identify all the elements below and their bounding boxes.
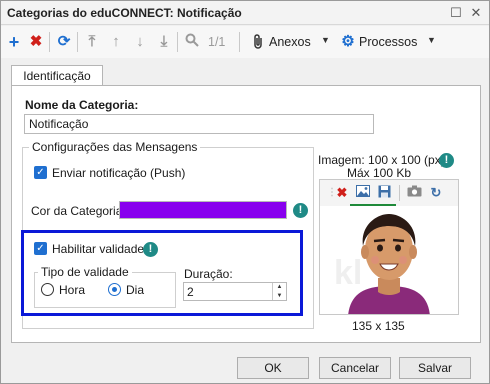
habilitar-validade-checkbox[interactable]: ✓: [34, 242, 47, 255]
gear-icon[interactable]: ⚙: [339, 33, 357, 51]
duracao-stepper[interactable]: 2 ▲ ▼: [183, 282, 287, 301]
anexos-menu-label[interactable]: Anexos: [269, 35, 311, 49]
image-toolbar: ⋮ ✖ ↻: [320, 180, 458, 206]
next-record-icon[interactable]: ↓: [131, 33, 149, 51]
nome-categoria-label: Nome da Categoria:: [25, 98, 139, 112]
spin-up-icon[interactable]: ▲: [273, 283, 286, 292]
push-label: Enviar notificação (Push): [52, 166, 186, 180]
nome-categoria-input[interactable]: Notificação: [24, 114, 374, 134]
previous-record-icon[interactable]: ↑: [107, 33, 125, 51]
toolbar-separator: [77, 32, 78, 52]
toolbar-separator: [177, 32, 178, 52]
dia-radio[interactable]: [108, 283, 121, 296]
dialog-window: Categorias do eduCONNECT: Notificação ☐ …: [0, 0, 490, 384]
hora-radio-label: Hora: [59, 283, 86, 297]
image-hint-line1: Imagem: 100 x 100 (px),: [318, 153, 449, 167]
delete-icon[interactable]: ✖: [27, 33, 45, 51]
info-icon[interactable]: !: [439, 153, 454, 168]
config-mensagens-caption: Configurações das Mensagens: [29, 140, 201, 154]
cancelar-button[interactable]: Cancelar: [319, 357, 391, 379]
chevron-down-icon[interactable]: ▼: [321, 35, 330, 45]
tab-strip: Identificação: [11, 65, 481, 87]
image-icon[interactable]: [355, 185, 371, 201]
tipo-validade-caption: Tipo de validade: [38, 265, 132, 279]
rotate-icon[interactable]: ↻: [428, 185, 444, 201]
dia-radio-label: Dia: [126, 283, 145, 297]
attachment-icon[interactable]: [249, 33, 267, 51]
info-icon[interactable]: !: [143, 242, 158, 257]
add-icon[interactable]: +: [5, 33, 23, 51]
search-icon[interactable]: [183, 33, 201, 51]
restore-icon[interactable]: ☐: [447, 4, 465, 22]
duracao-spin-buttons[interactable]: ▲ ▼: [272, 283, 286, 300]
push-checkbox[interactable]: ✓: [34, 166, 47, 179]
image-panel: ⋮ ✖ ↻ kl: [319, 179, 459, 315]
image-hint-line2: Máx 100 Kb: [347, 166, 412, 180]
close-icon[interactable]: ✕: [467, 4, 485, 22]
hora-radio[interactable]: [41, 283, 54, 296]
duracao-value[interactable]: 2: [187, 285, 194, 299]
image-size-caption: 135 x 135: [352, 319, 405, 333]
habilitar-validade-label: Habilitar validade: [52, 242, 145, 256]
svg-text:kl: kl: [334, 254, 362, 292]
cor-categoria-label: Cor da Categoria:: [31, 204, 126, 218]
page-counter: 1/1: [208, 35, 226, 49]
last-record-icon[interactable]: ⤓: [155, 33, 173, 51]
tab-identificacao[interactable]: Identificação: [11, 65, 103, 86]
ok-button[interactable]: OK: [237, 357, 309, 379]
save-icon[interactable]: [376, 185, 392, 201]
duracao-label: Duração:: [184, 267, 233, 281]
toolbar-separator: [239, 32, 240, 52]
camera-icon[interactable]: [406, 185, 422, 201]
info-icon[interactable]: !: [293, 203, 308, 218]
toolbar: + ✖ ⟳ ⤒ ↑ ↓ ⤓ 1/1 Anexos ▼ ⚙ Processos ▼: [1, 26, 489, 58]
processos-menu-label[interactable]: Processos: [359, 35, 417, 49]
chevron-down-icon[interactable]: ▼: [427, 35, 436, 45]
title-bar: Categorias do eduCONNECT: Notificação ☐ …: [1, 1, 489, 25]
image-toolbar-separator: [399, 185, 400, 201]
cor-categoria-picker[interactable]: [119, 201, 287, 219]
spin-down-icon[interactable]: ▼: [273, 292, 286, 301]
avatar: kl: [320, 206, 458, 314]
window-title: Categorias do eduCONNECT: Notificação: [7, 6, 242, 20]
refresh-icon[interactable]: ⟳: [55, 33, 73, 51]
toolbar-separator: [49, 32, 50, 52]
delete-image-icon[interactable]: ✖: [334, 185, 350, 201]
first-record-icon[interactable]: ⤒: [83, 33, 101, 51]
salvar-button[interactable]: Salvar: [399, 357, 471, 379]
